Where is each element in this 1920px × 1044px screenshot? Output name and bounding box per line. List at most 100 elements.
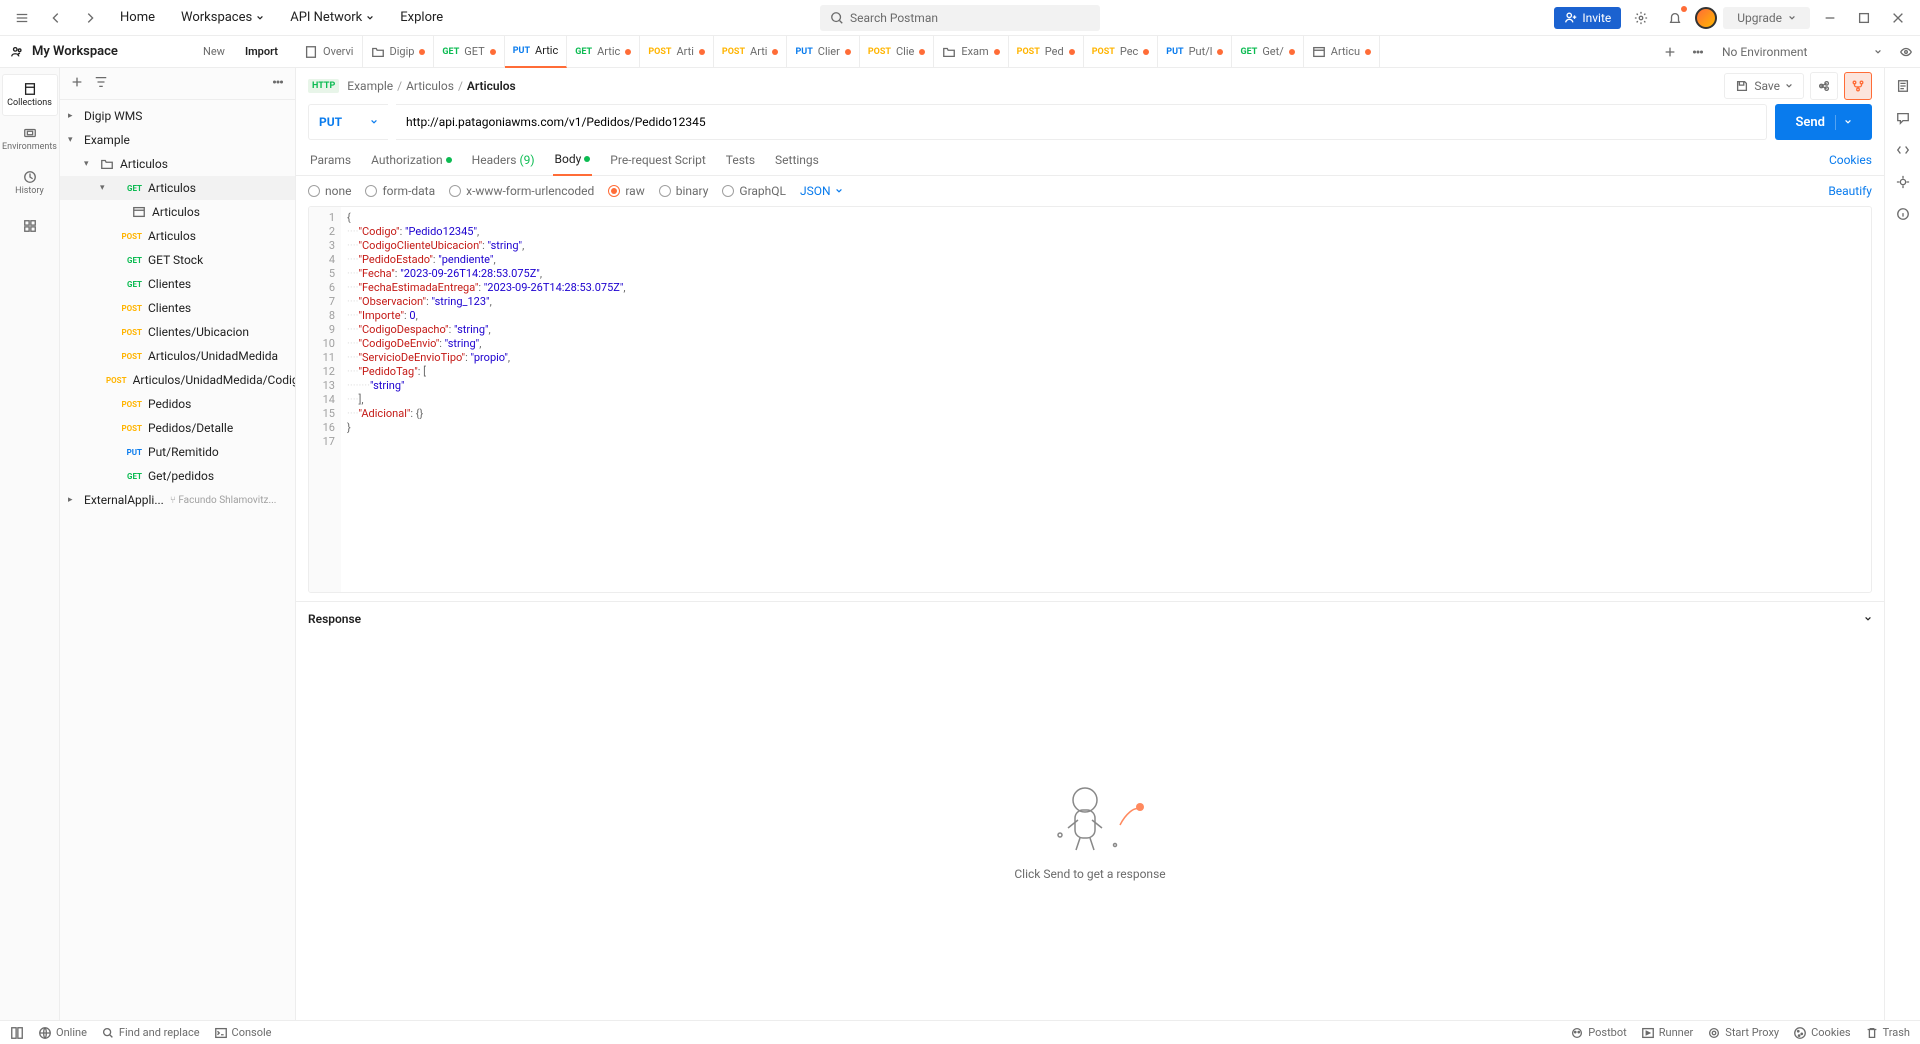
tree-item[interactable]: POSTPedidos xyxy=(60,392,295,416)
sb-runner[interactable]: Runner xyxy=(1641,1026,1694,1040)
tree-item[interactable]: ▾Articulos xyxy=(60,152,295,176)
environment-select[interactable]: No Environment xyxy=(1712,45,1892,59)
sb-trash[interactable]: Trash xyxy=(1865,1026,1910,1040)
save-button[interactable]: Save xyxy=(1724,73,1804,99)
tree-item[interactable]: POSTArticulos/UnidadMedida xyxy=(60,344,295,368)
window-minimize-icon[interactable] xyxy=(1816,4,1844,32)
send-button[interactable]: Send xyxy=(1775,104,1872,140)
sidebar-filter-icon[interactable] xyxy=(94,75,108,92)
settings-icon[interactable] xyxy=(1627,4,1655,32)
rail-environments[interactable]: Environments xyxy=(2,118,58,160)
sidebar-add-icon[interactable] xyxy=(70,75,84,92)
sb-find[interactable]: Find and replace xyxy=(101,1026,200,1040)
sb-cookies[interactable]: Cookies xyxy=(1793,1026,1850,1040)
new-tab-button[interactable] xyxy=(1656,38,1684,66)
sb-proxy[interactable]: Start Proxy xyxy=(1707,1026,1779,1040)
tab[interactable]: GETGET xyxy=(434,36,504,68)
window-close-icon[interactable] xyxy=(1884,4,1912,32)
tab[interactable]: POSTPed xyxy=(1009,36,1084,68)
body-format-select[interactable]: JSON xyxy=(800,184,843,198)
tree-item[interactable]: Articulos xyxy=(60,200,295,224)
menu-icon[interactable] xyxy=(8,4,36,32)
upgrade-button[interactable]: Upgrade xyxy=(1723,7,1810,29)
tree-item[interactable]: POSTPedidos/Detalle xyxy=(60,416,295,440)
code-body[interactable]: {····"Codigo": "Pedido12345",····"Codigo… xyxy=(341,207,1871,592)
tree-item[interactable]: POSTClientes/Ubicacion xyxy=(60,320,295,344)
body-type-none[interactable]: none xyxy=(308,184,351,198)
req-tab-pre-request-script[interactable]: Pre-request Script xyxy=(608,145,707,175)
req-tab-tests[interactable]: Tests xyxy=(724,145,757,175)
tab[interactable]: GETGet/ xyxy=(1232,36,1303,68)
tab[interactable]: PUTPut/l xyxy=(1158,36,1232,68)
body-type-x-www-form-urlencoded[interactable]: x-www-form-urlencoded xyxy=(449,184,594,198)
fork-icon[interactable] xyxy=(1844,72,1872,100)
search-input[interactable]: Search Postman xyxy=(820,5,1100,31)
cookies-link[interactable]: Cookies xyxy=(1829,153,1872,167)
sb-postbot[interactable]: Postbot xyxy=(1570,1026,1626,1040)
sidebar-options-icon[interactable] xyxy=(271,75,285,92)
sb-layout-icon[interactable] xyxy=(10,1026,24,1040)
invite-button[interactable]: Invite xyxy=(1554,7,1621,29)
tab[interactable]: Overvi xyxy=(296,36,363,68)
url-input[interactable] xyxy=(396,104,1767,140)
tree-item[interactable]: POSTArticulos xyxy=(60,224,295,248)
new-button[interactable]: New xyxy=(195,41,233,62)
body-type-form-data[interactable]: form-data xyxy=(365,184,435,198)
body-type-binary[interactable]: binary xyxy=(659,184,709,198)
rail-history[interactable]: History xyxy=(2,162,58,204)
response-header[interactable]: Response xyxy=(296,601,1884,636)
beautify-link[interactable]: Beautify xyxy=(1828,184,1872,198)
tree-item[interactable]: GETClientes xyxy=(60,272,295,296)
tree-item[interactable]: GETGET Stock xyxy=(60,248,295,272)
tab[interactable]: POSTArti xyxy=(714,36,788,68)
req-tab-settings[interactable]: Settings xyxy=(773,145,821,175)
tab[interactable]: PUTClier xyxy=(787,36,859,68)
comments-icon[interactable] xyxy=(1893,108,1913,128)
tree-item[interactable]: POSTClientes xyxy=(60,296,295,320)
tree-item[interactable]: GETGet/pedidos xyxy=(60,464,295,488)
body-type-raw[interactable]: raw xyxy=(608,184,644,198)
tab[interactable]: POSTClie xyxy=(860,36,934,68)
rail-more[interactable] xyxy=(2,206,58,248)
avatar[interactable] xyxy=(1695,7,1717,29)
tab[interactable]: Digip xyxy=(363,36,435,68)
back-icon[interactable] xyxy=(42,4,70,32)
tab[interactable]: POSTArti xyxy=(640,36,714,68)
code-icon[interactable] xyxy=(1893,140,1913,160)
tree-item[interactable]: ▾GETArticulos xyxy=(60,176,295,200)
body-type-GraphQL[interactable]: GraphQL xyxy=(722,184,786,198)
tab[interactable]: GETArtic xyxy=(567,36,640,68)
nav-api-network[interactable]: API Network xyxy=(280,4,384,31)
breadcrumb[interactable]: Example/Articulos/Articulos xyxy=(347,79,515,93)
tab[interactable]: POSTPec xyxy=(1084,36,1159,68)
tab-options-icon[interactable] xyxy=(1684,38,1712,66)
sb-console[interactable]: Console xyxy=(214,1026,272,1040)
tab[interactable]: Exam xyxy=(934,36,1008,68)
req-tab-authorization[interactable]: Authorization xyxy=(369,145,454,175)
import-button[interactable]: Import xyxy=(237,41,286,62)
info-icon[interactable] xyxy=(1893,204,1913,224)
tab[interactable]: PUTArtic xyxy=(505,36,568,68)
workspace-name[interactable]: My Workspace xyxy=(32,44,187,59)
tree-item[interactable]: ▸Digip WMS xyxy=(60,104,295,128)
nav-home[interactable]: Home xyxy=(110,4,165,31)
sb-online[interactable]: Online xyxy=(38,1026,87,1040)
nav-explore[interactable]: Explore xyxy=(390,4,453,31)
tree-item[interactable]: ▸ExternalAppli...⑂ Facundo Shlamovitz... xyxy=(60,488,295,512)
tree-item[interactable]: POSTArticulos/UnidadMedida/Codig... xyxy=(60,368,295,392)
req-tab-params[interactable]: Params xyxy=(308,145,353,175)
rail-collections[interactable]: Collections xyxy=(2,74,58,116)
notifications-icon[interactable] xyxy=(1661,4,1689,32)
tree-item[interactable]: ▾Example xyxy=(60,128,295,152)
env-quicklook-icon[interactable] xyxy=(1892,38,1920,66)
forward-icon[interactable] xyxy=(76,4,104,32)
nav-workspaces[interactable]: Workspaces xyxy=(171,4,274,31)
share-icon[interactable] xyxy=(1810,72,1838,100)
docs-icon[interactable] xyxy=(1893,76,1913,96)
req-tab-headers[interactable]: Headers (9) xyxy=(470,145,537,175)
method-select[interactable]: PUT xyxy=(308,104,388,140)
code-editor[interactable]: 1234567891011121314151617 {····"Codigo":… xyxy=(308,206,1872,593)
tab[interactable]: Articu xyxy=(1304,36,1380,68)
window-maximize-icon[interactable] xyxy=(1850,4,1878,32)
related-icon[interactable] xyxy=(1893,172,1913,192)
